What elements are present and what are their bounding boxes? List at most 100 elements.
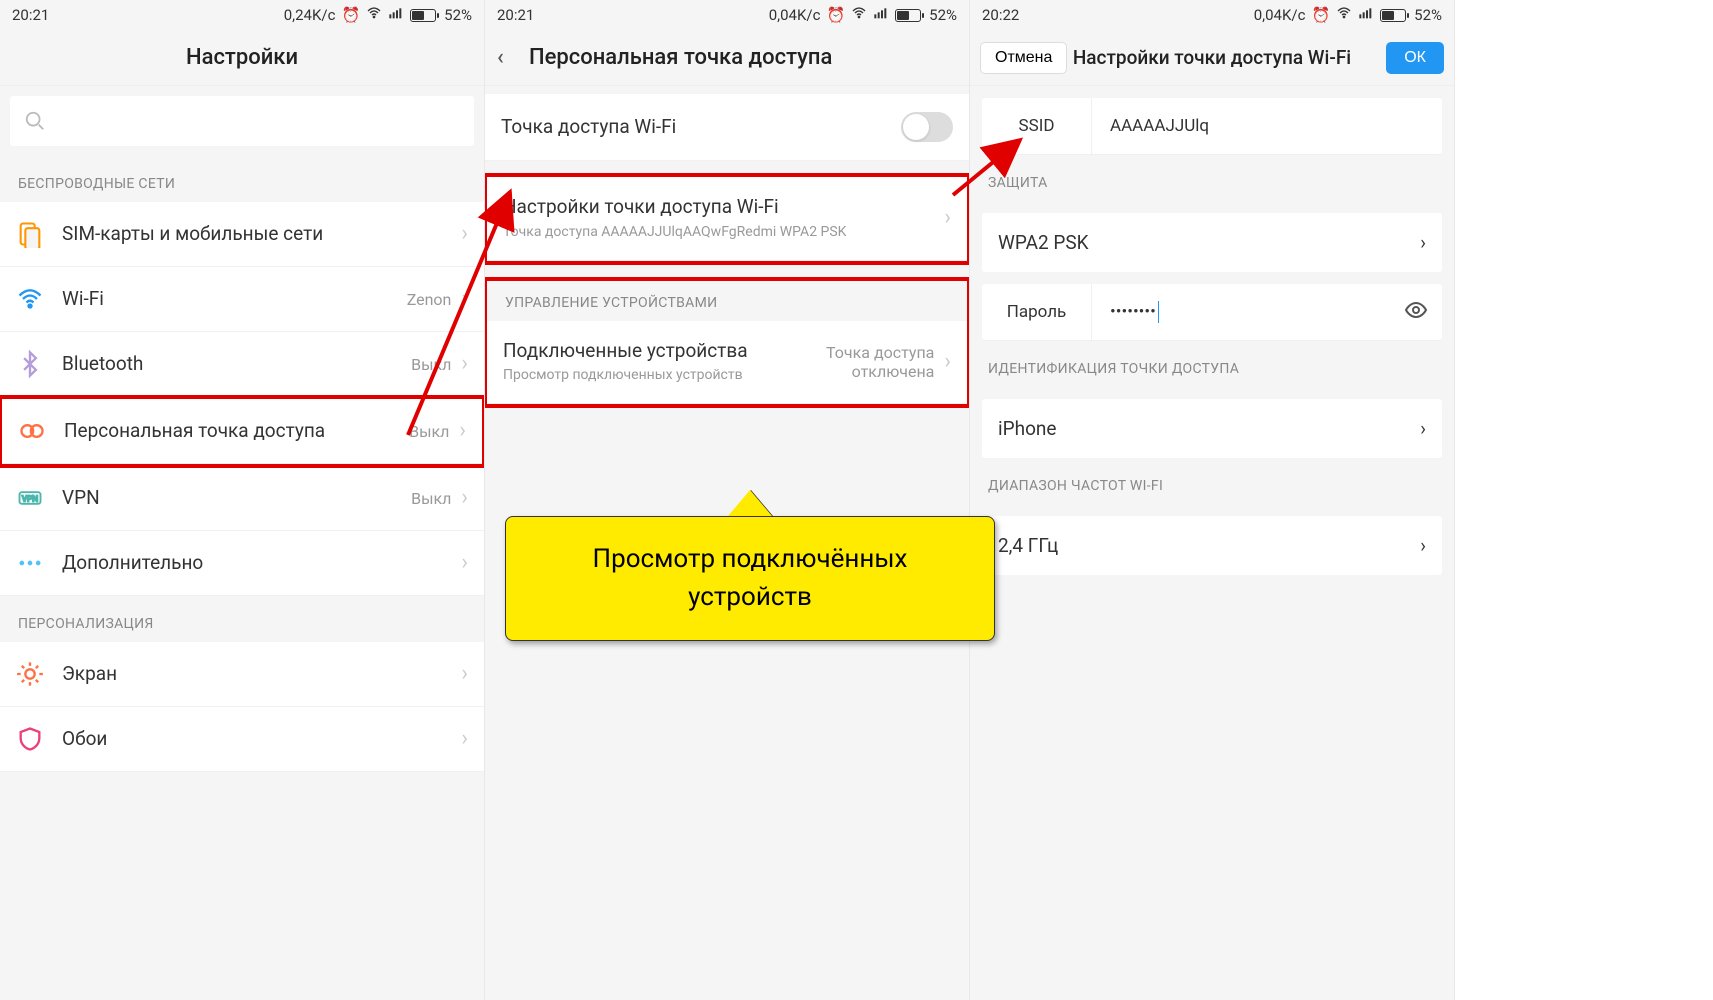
navbar: Отмена Настройки точки доступа Wi-Fi ОК <box>970 30 1454 86</box>
row-ap-settings-sub: Точка доступа AAAAAJJUlqAAQwFgRedmi WPA2… <box>503 223 944 242</box>
bluetooth-icon <box>16 350 44 378</box>
row-bluetooth[interactable]: Bluetooth Выкл › <box>0 332 484 397</box>
status-time: 20:21 <box>12 6 49 24</box>
cancel-button[interactable]: Отмена <box>980 42 1067 74</box>
sun-icon <box>16 660 44 688</box>
alarm-icon: ⏰ <box>826 6 845 24</box>
section-personal: ПЕРСОНАЛИЗАЦИЯ <box>0 596 484 642</box>
chevron-right-icon: › <box>459 420 466 442</box>
security-value: WPA2 PSK <box>998 231 1420 254</box>
alarm-icon: ⏰ <box>1311 6 1330 24</box>
status-bar: 20:21 0,04K/c ⏰ 52% <box>485 0 969 30</box>
id-row[interactable]: iPhone › <box>982 399 1442 458</box>
status-bar: 20:21 0,24K/c ⏰ 52% <box>0 0 484 30</box>
alarm-icon: ⏰ <box>341 6 360 24</box>
chevron-right-icon: › <box>461 552 468 574</box>
highlight-ap-settings: Настройки точки доступа Wi-Fi Точка дост… <box>485 173 969 265</box>
chevron-right-icon: › <box>461 353 468 375</box>
row-bluetooth-title: Bluetooth <box>62 352 411 376</box>
status-time: 20:21 <box>497 6 534 24</box>
row-display[interactable]: Экран › <box>0 642 484 707</box>
highlight-hotspot: Персональная точка доступа Выкл › <box>0 395 484 468</box>
wifi-icon <box>851 5 867 25</box>
id-value: iPhone <box>998 417 1420 440</box>
sim-icon <box>16 220 44 248</box>
signal-icon <box>388 5 404 25</box>
security-row[interactable]: WPA2 PSK › <box>982 213 1442 272</box>
row-wifi[interactable]: Wi-Fi Zenon › <box>0 267 484 332</box>
back-button[interactable]: ‹ <box>497 45 504 70</box>
chevron-right-icon: › <box>461 288 468 310</box>
search-icon <box>24 110 46 132</box>
status-time: 20:22 <box>982 6 1019 24</box>
row-wifi-title: Wi-Fi <box>62 287 407 311</box>
row-sim-title: SIM-карты и мобильные сети <box>62 222 461 246</box>
status-bar: 20:22 0,04K/c ⏰ 52% <box>970 0 1454 30</box>
row-hotspot-title: Персональная точка доступа <box>64 419 409 443</box>
row-hotspot[interactable]: Персональная точка доступа Выкл › <box>2 399 482 464</box>
row-wallpaper[interactable]: Обои › <box>0 707 484 772</box>
chevron-right-icon: › <box>461 487 468 509</box>
wifi-icon <box>366 5 382 25</box>
row-more[interactable]: Дополнительно › <box>0 531 484 596</box>
ok-button[interactable]: ОК <box>1386 42 1444 74</box>
section-wireless: БЕСПРОВОДНЫЕ СЕТИ <box>0 156 484 202</box>
page-title: Настройки <box>186 45 298 70</box>
password-label: Пароль <box>982 284 1092 340</box>
battery-icon <box>410 9 438 22</box>
battery-pct: 52% <box>444 6 472 24</box>
callout-tooltip: Просмотр подключённых устройств <box>505 490 995 641</box>
row-hotspot-value: Выкл <box>409 422 449 441</box>
chevron-right-icon: › <box>1420 231 1426 254</box>
svg-text:VPN: VPN <box>22 494 38 504</box>
row-vpn-title: VPN <box>62 486 411 510</box>
chevron-right-icon: › <box>461 728 468 750</box>
signal-icon <box>1358 5 1374 25</box>
row-sim[interactable]: SIM-карты и мобильные сети › <box>0 202 484 267</box>
battery-icon <box>895 9 923 22</box>
search-input[interactable] <box>10 96 474 146</box>
password-field[interactable]: •••••••• <box>1092 284 1390 340</box>
band-row[interactable]: 2,4 ГГц › <box>982 516 1442 575</box>
chevron-right-icon: › <box>1420 417 1426 440</box>
row-ap-settings-title: Настройки точки доступа Wi-Fi <box>503 195 944 219</box>
row-wifi-ap-toggle[interactable]: Точка доступа Wi-Fi <box>485 94 969 161</box>
battery-pct: 52% <box>1414 6 1442 24</box>
row-vpn[interactable]: VPN VPN Выкл › <box>0 466 484 531</box>
row-vpn-value: Выкл <box>411 489 451 508</box>
status-speed: 0,04K/c <box>769 6 821 24</box>
row-wifi-ap-title: Точка доступа Wi-Fi <box>501 115 901 139</box>
row-ap-settings[interactable]: Настройки точки доступа Wi-Fi Точка дост… <box>487 177 967 261</box>
chevron-right-icon: › <box>944 351 951 373</box>
chevron-right-icon: › <box>1420 534 1426 557</box>
battery-pct: 52% <box>929 6 957 24</box>
password-row[interactable]: Пароль •••••••• <box>982 284 1442 341</box>
section-id: ИДЕНТИФИКАЦИЯ ТОЧКИ ДОСТУПА <box>970 341 1454 387</box>
screen-ap-settings: 20:22 0,04K/c ⏰ 52% Отмена Настройки точ… <box>970 0 1455 1000</box>
navbar: Настройки <box>0 30 484 86</box>
screen-settings: 20:21 0,24K/c ⏰ 52% Настройки БЕСПРОВОДН… <box>0 0 485 1000</box>
wifi-row-icon <box>16 285 44 313</box>
navbar: ‹ Персональная точка доступа <box>485 30 969 86</box>
shield-icon <box>16 725 44 753</box>
band-value: 2,4 ГГц <box>998 534 1420 557</box>
ssid-row[interactable]: SSID AAAAAJJUlq <box>982 98 1442 155</box>
page-title: Персональная точка доступа <box>529 45 832 70</box>
chevron-right-icon: › <box>461 663 468 685</box>
status-speed: 0,04K/c <box>1254 6 1306 24</box>
row-connected-devices[interactable]: Подключенные устройства Просмотр подключ… <box>487 321 967 405</box>
section-security: ЗАЩИТА <box>970 155 1454 201</box>
page-title: Настройки точки доступа Wi-Fi <box>1073 46 1351 69</box>
section-band: ДИАПАЗОН ЧАСТОТ WI-FI <box>970 458 1454 504</box>
wifi-icon <box>1336 5 1352 25</box>
eye-icon[interactable] <box>1390 298 1442 326</box>
wifi-ap-toggle[interactable] <box>901 112 953 142</box>
row-connected-title: Подключенные устройства <box>503 339 774 363</box>
chevron-right-icon: › <box>461 223 468 245</box>
callout-text: Просмотр подключённых устройств <box>505 516 995 641</box>
ssid-value[interactable]: AAAAAJJUlq <box>1092 98 1442 154</box>
ssid-label: SSID <box>982 98 1092 154</box>
section-devices: УПРАВЛЕНИЕ УСТРОЙСТВАМИ <box>487 281 967 321</box>
vpn-icon: VPN <box>16 484 44 512</box>
row-connected-sub: Просмотр подключенных устройств <box>503 366 774 385</box>
